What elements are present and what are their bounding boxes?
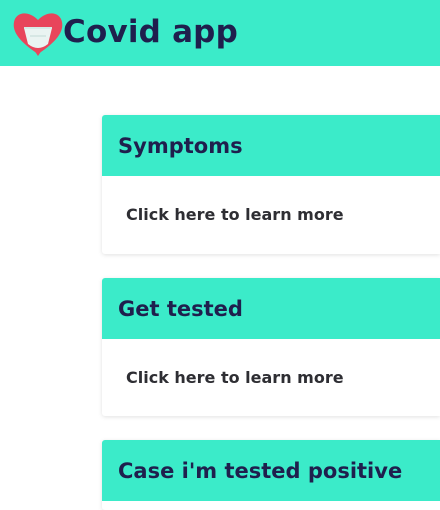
heart-bandage-icon [13,13,63,56]
app-title: Covid app [63,14,238,50]
app-header: Covid app [0,0,440,66]
card-title: Case i'm tested positive [118,459,403,483]
card-header: Case i'm tested positive [102,440,440,501]
card-header: Get tested [102,278,440,339]
card-symptoms: Symptoms Click here to learn more [102,115,440,254]
card-header: Symptoms [102,115,440,176]
learn-more-link[interactable]: Click here to learn more [126,367,344,389]
card-title: Symptoms [118,134,243,158]
card-title: Get tested [118,297,243,321]
card-body: Click here to learn more [102,339,440,416]
learn-more-link[interactable]: Click here to learn more [126,204,344,226]
card-get-tested: Get tested Click here to learn more [102,278,440,416]
card-body: Click here to learn more [102,176,440,254]
